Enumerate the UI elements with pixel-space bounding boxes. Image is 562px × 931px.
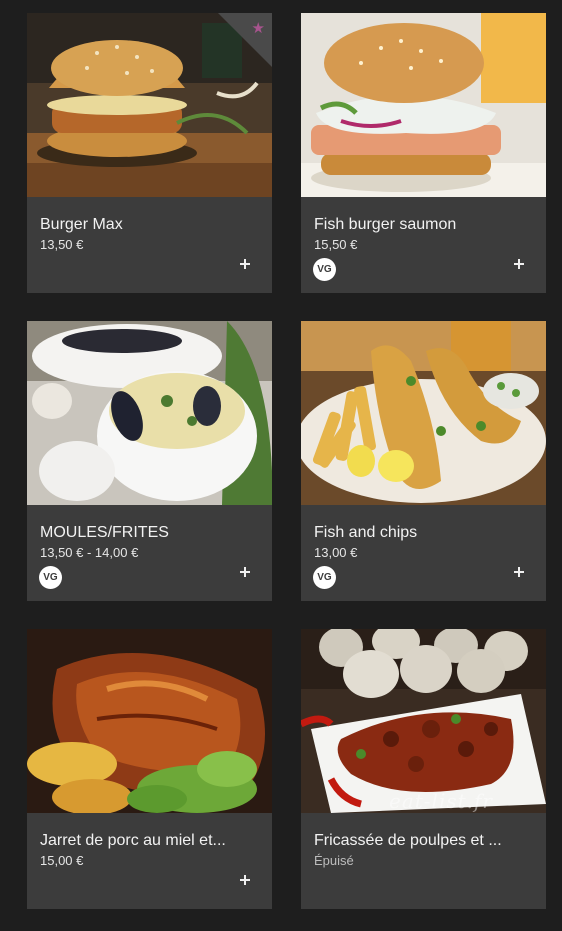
star-icon[interactable]: ★ xyxy=(252,21,265,36)
menu-item-card[interactable]: ★ Burger Max 13,50 € xyxy=(27,13,272,293)
fish-burger-illustration xyxy=(301,13,546,197)
moules-frites-illustration xyxy=(27,321,272,505)
menu-item-card[interactable]: MOULES/FRITES 13,50 € - 14,00 € VG xyxy=(27,321,272,601)
fricassee-de-poulpes-illustration xyxy=(301,629,546,813)
fish-burger-image xyxy=(301,13,546,197)
plus-icon[interactable] xyxy=(238,257,252,271)
menu-item-card[interactable]: Fish and chips 13,00 € VG xyxy=(301,321,546,601)
vg-badge: VG xyxy=(39,566,62,589)
item-price: 13,50 € xyxy=(40,237,84,252)
burger-max-image: ★ xyxy=(27,13,272,197)
jarret-de-porc-illustration xyxy=(27,629,272,813)
item-title: Fricassée de poulpes et ... xyxy=(314,832,502,849)
menu-item-card[interactable]: eat-list.fr Fricassée de poulpes et ... … xyxy=(301,629,546,909)
item-price: 15,50 € xyxy=(314,237,358,252)
plus-icon[interactable] xyxy=(512,565,526,579)
item-title: Fish burger saumon xyxy=(314,216,457,233)
plus-icon[interactable] xyxy=(512,257,526,271)
item-title: Jarret de porc au miel et... xyxy=(40,832,226,849)
item-title: Fish and chips xyxy=(314,524,418,541)
jarret-de-porc-image xyxy=(27,629,272,813)
plus-icon[interactable] xyxy=(238,873,252,887)
fish-and-chips-image xyxy=(301,321,546,505)
sold-out-status: Épuisé xyxy=(314,853,354,868)
vg-badge: VG xyxy=(313,566,336,589)
plus-icon[interactable] xyxy=(238,565,252,579)
fricassee-de-poulpes-image: eat-list.fr xyxy=(301,629,546,813)
item-title: Burger Max xyxy=(40,216,123,233)
item-title: MOULES/FRITES xyxy=(40,524,169,541)
menu-grid: ★ Burger Max 13,50 € Fish burger saumon … xyxy=(0,0,562,931)
watermark: eat-list.fr xyxy=(389,789,493,813)
vg-badge: VG xyxy=(313,258,336,281)
moules-frites-image xyxy=(27,321,272,505)
fish-and-chips-illustration xyxy=(301,321,546,505)
item-price: 13,00 € xyxy=(314,545,358,560)
menu-item-card[interactable]: Jarret de porc au miel et... 15,00 € xyxy=(27,629,272,909)
menu-item-card[interactable]: Fish burger saumon 15,50 € VG xyxy=(301,13,546,293)
item-price: 13,50 € - 14,00 € xyxy=(40,545,139,560)
item-price: 15,00 € xyxy=(40,853,84,868)
